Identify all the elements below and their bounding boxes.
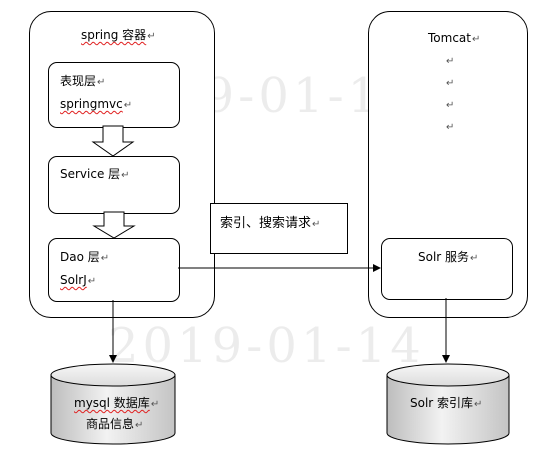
db-mysql-line1-text: mysql 数据库 [74,396,150,410]
db-solr-label: Solr 索引库↵ [410,395,482,413]
return-mark-icon: ↵ [150,399,160,410]
db-solr-label-text: Solr 索引库 [410,396,474,410]
block-arrow-view-to-service [91,125,135,157]
return-mark-icon: ↵ [135,420,144,431]
db-mysql-line1: mysql 数据库↵ [74,395,159,413]
diagram-connectors [50,125,510,445]
return-mark-icon: ↵ [474,399,483,410]
db-mysql-line2: 商品信息↵ [86,416,143,434]
block-arrow-service-to-dao [92,211,136,239]
db-mysql-line2-text: 商品信息 [86,417,135,431]
